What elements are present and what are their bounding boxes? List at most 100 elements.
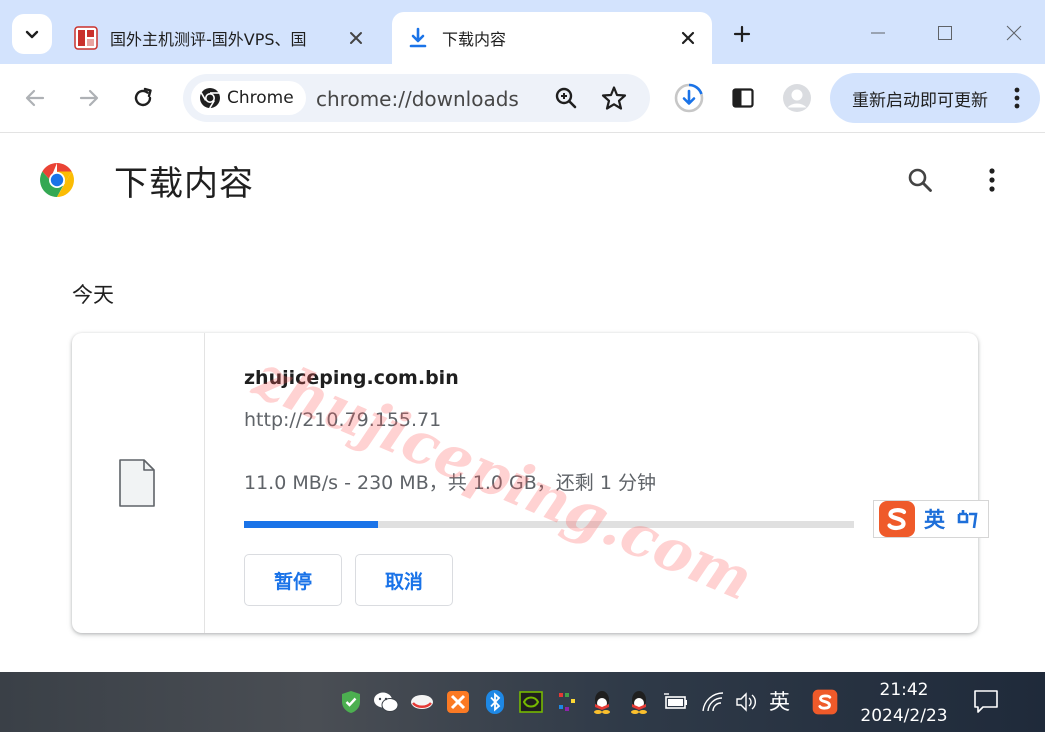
app-tray-icon[interactable] <box>553 688 581 716</box>
close-icon <box>681 31 695 45</box>
close-icon <box>350 32 362 44</box>
close-icon <box>1006 25 1022 41</box>
arrow-right-icon <box>79 89 99 107</box>
security-tray-icon[interactable] <box>337 688 365 716</box>
close-tab-button[interactable] <box>344 26 368 50</box>
download-icon <box>409 27 427 48</box>
shield-check-icon <box>342 691 360 713</box>
progress-fill <box>244 521 379 528</box>
plus-icon <box>733 25 751 43</box>
sogou-tray-icon[interactable] <box>811 688 839 716</box>
qq-icon <box>631 691 647 714</box>
address-bar[interactable]: Chrome chrome://downloads <box>183 74 650 122</box>
clock-time: 21:42 <box>879 680 929 700</box>
bluetooth-tray-icon[interactable] <box>481 688 509 716</box>
qq-icon <box>594 691 610 714</box>
avatar-icon <box>783 84 811 112</box>
maximize-button[interactable] <box>930 18 960 48</box>
sogou-logo-icon <box>879 501 915 537</box>
volume-icon <box>736 692 756 712</box>
search-icon <box>908 168 932 192</box>
relaunch-to-update-button[interactable]: 重新启动即可更新 <box>830 73 1040 123</box>
xampp-icon <box>447 691 469 713</box>
tab-strip: 国外主机测评-国外VPS、国 下载内容 <box>0 0 1045 64</box>
nvidia-tray-icon[interactable] <box>517 688 545 716</box>
ime-toolbar[interactable]: 英 <box>873 500 989 538</box>
chrome-logo-icon <box>40 163 74 197</box>
battery-plug-icon <box>664 693 687 709</box>
mouse-tray-icon[interactable] <box>408 688 436 716</box>
chrome-chip[interactable]: Chrome <box>191 81 306 115</box>
profile-button[interactable] <box>777 78 817 118</box>
mouse-icon <box>411 695 433 709</box>
downloads-header: 下载内容 <box>0 134 1045 228</box>
chrome-icon <box>200 88 220 109</box>
chevron-down-icon <box>25 30 39 39</box>
back-button[interactable] <box>15 78 55 118</box>
download-progress-icon <box>674 83 704 113</box>
battery-tray-icon[interactable] <box>662 688 690 716</box>
download-progress-bar <box>244 521 854 528</box>
clock[interactable]: 21:42 2024/2/23 <box>858 677 950 729</box>
wifi-icon <box>702 692 724 712</box>
taskbar: 英 21:42 2024/2/23 <box>0 672 1045 732</box>
file-name-link[interactable]: zhujiceping.com.bin <box>244 367 459 389</box>
tab-search-button[interactable] <box>12 14 52 54</box>
bluetooth-icon <box>486 690 504 714</box>
file-icon <box>119 459 155 507</box>
file-icon-area <box>72 333 205 633</box>
arrow-left-icon <box>25 89 45 107</box>
volume-tray-icon[interactable] <box>733 688 761 716</box>
zoom-icon <box>555 87 577 109</box>
close-window-button[interactable] <box>999 18 1029 48</box>
xampp-tray-icon[interactable] <box>444 688 472 716</box>
reload-icon <box>134 87 152 107</box>
tab-zhujiceping[interactable]: 国外主机测评-国外VPS、国 <box>62 12 380 64</box>
clock-date: 2024/2/23 <box>860 706 948 726</box>
punctuation-mode-icon[interactable] <box>955 507 979 531</box>
tab-title: 国外主机测评-国外VPS、国 <box>110 30 307 49</box>
cancel-button[interactable]: 取消 <box>355 554 453 606</box>
minimize-button[interactable] <box>863 18 893 48</box>
qq-tray-icon-1[interactable] <box>588 688 616 716</box>
close-tab-button[interactable] <box>676 26 700 50</box>
minimize-icon <box>871 32 885 34</box>
input-language-indicator[interactable]: 英 <box>769 686 790 716</box>
search-downloads-button[interactable] <box>902 162 938 198</box>
pause-button[interactable]: 暂停 <box>244 554 342 606</box>
qq-tray-icon-2[interactable] <box>625 688 653 716</box>
tab-downloads[interactable]: 下载内容 <box>392 12 712 64</box>
star-icon <box>601 86 627 110</box>
site-favicon <box>74 26 98 50</box>
downloads-button[interactable] <box>669 78 709 118</box>
date-section-label: 今天 <box>72 283 114 307</box>
grid-app-icon <box>559 693 575 711</box>
ime-mode-label[interactable]: 英 <box>924 504 945 534</box>
zoom-button[interactable] <box>550 82 582 114</box>
bookmark-button[interactable] <box>598 82 630 114</box>
more-vert-icon <box>989 168 995 192</box>
page-title: 下载内容 <box>114 164 254 204</box>
sogou-logo-icon <box>812 689 838 715</box>
download-item-card: zhujiceping.com.bin http://210.79.155.71… <box>72 333 978 633</box>
reload-button[interactable] <box>123 78 163 118</box>
new-tab-button[interactable] <box>728 20 756 48</box>
nvidia-icon <box>519 691 543 713</box>
toolbar: Chrome chrome://downloads 重新启动即可更新 <box>0 64 1045 133</box>
side-panel-icon <box>732 88 754 108</box>
tab-title: 下载内容 <box>442 30 507 49</box>
wifi-tray-icon[interactable] <box>699 688 727 716</box>
wechat-tray-icon[interactable] <box>372 688 400 716</box>
side-panel-button[interactable] <box>723 78 763 118</box>
source-url-link[interactable]: http://210.79.155.71 <box>244 409 441 431</box>
forward-button[interactable] <box>69 78 109 118</box>
browser-window: 国外主机测评-国外VPS、国 下载内容 Chrome chrome://down… <box>0 0 1045 672</box>
maximize-icon <box>938 26 952 40</box>
download-status: 11.0 MB/s - 230 MB，共 1.0 GB，还剩 1 分钟 <box>244 472 656 494</box>
url-text[interactable]: chrome://downloads <box>316 87 519 111</box>
notification-icon[interactable] <box>972 688 1000 716</box>
more-actions-button[interactable] <box>974 162 1010 198</box>
chip-label: Chrome <box>227 88 294 108</box>
more-vert-icon <box>1014 87 1020 109</box>
update-label: 重新启动即可更新 <box>852 90 988 111</box>
